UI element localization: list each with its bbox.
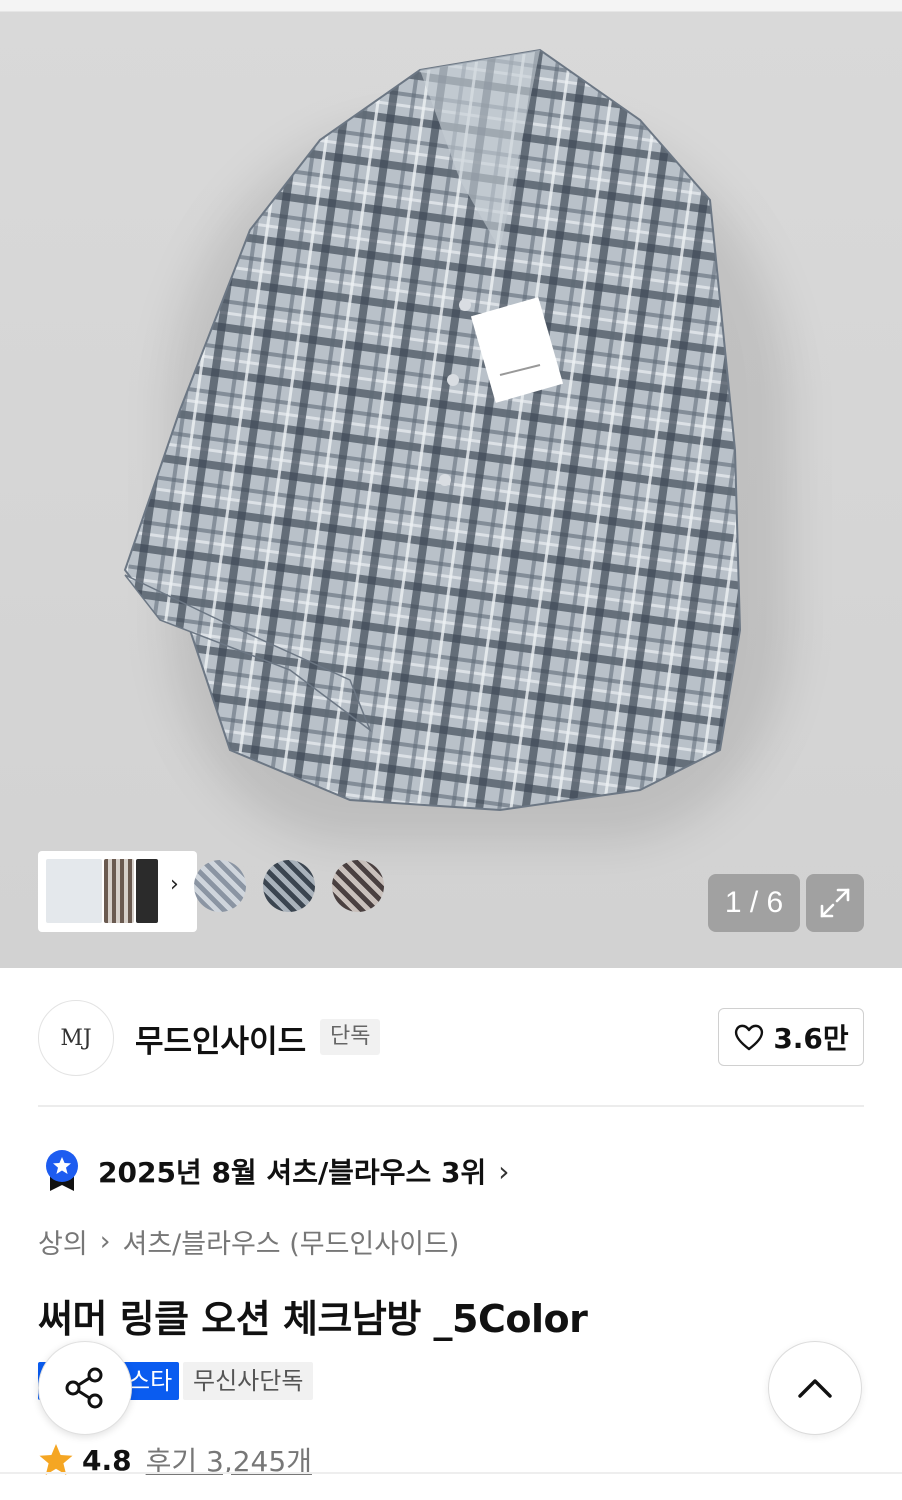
- bottom-divider: [0, 1472, 902, 1474]
- tag-musinsa-exclusive: 무신사단독: [183, 1362, 314, 1400]
- chevron-right-icon: ›: [498, 1154, 510, 1188]
- product-title: 써머 링클 오션 체크남방 _5Color: [38, 1297, 588, 1341]
- ranking-medal-icon: [46, 1150, 78, 1191]
- image-pager: 1 / 6: [708, 874, 800, 932]
- review-count-link[interactable]: 후기 3,245개: [146, 1440, 312, 1480]
- brand-logo[interactable]: MJ: [38, 1000, 114, 1076]
- brand-name[interactable]: 무드인사이드: [135, 1016, 306, 1061]
- share-icon: [65, 1367, 103, 1409]
- chevron-up-icon: [798, 1379, 832, 1398]
- heart-icon: [735, 1024, 764, 1051]
- brand-row: MJ 무드인사이드 단독 3.6만: [38, 998, 864, 1078]
- like-count: 3.6만: [773, 1022, 849, 1055]
- color-swatch-2[interactable]: [263, 860, 315, 912]
- breadcrumb-item-subcategory[interactable]: 셔츠/블라우스 (무드인사이드): [123, 1222, 460, 1261]
- brand-exclusive-badge: 단독: [320, 1019, 381, 1055]
- thumbnail-plaid[interactable]: [104, 859, 134, 923]
- section-divider: [38, 1105, 864, 1107]
- thumbnail-front[interactable]: [46, 859, 102, 923]
- thumbnail-dark[interactable]: [136, 859, 158, 923]
- color-swatch-1[interactable]: [194, 860, 246, 912]
- product-shirt-image: [123, 48, 742, 812]
- color-swatch-3[interactable]: [332, 860, 384, 912]
- chevron-right-icon: ›: [99, 1226, 111, 1257]
- scroll-to-top-button[interactable]: [768, 1341, 862, 1435]
- top-status-strip: [0, 0, 902, 12]
- ranking-text[interactable]: 2025년 8월 셔츠/블라우스 3위: [98, 1151, 486, 1191]
- expand-icon[interactable]: [806, 874, 864, 932]
- share-button[interactable]: [38, 1341, 132, 1435]
- breadcrumb: 상의 › 셔츠/블라우스 (무드인사이드): [38, 1222, 459, 1261]
- rating-row: 4.8 후기 3,245개: [38, 1440, 312, 1480]
- ranking-link[interactable]: 2025년 8월 셔츠/블라우스 3위 ›: [44, 1148, 509, 1194]
- chevron-right-icon[interactable]: ›: [170, 872, 179, 897]
- breadcrumb-item-category[interactable]: 상의: [38, 1222, 88, 1261]
- product-image-gallery[interactable]: › 1 / 6: [0, 12, 902, 968]
- like-button[interactable]: 3.6만: [718, 1008, 864, 1066]
